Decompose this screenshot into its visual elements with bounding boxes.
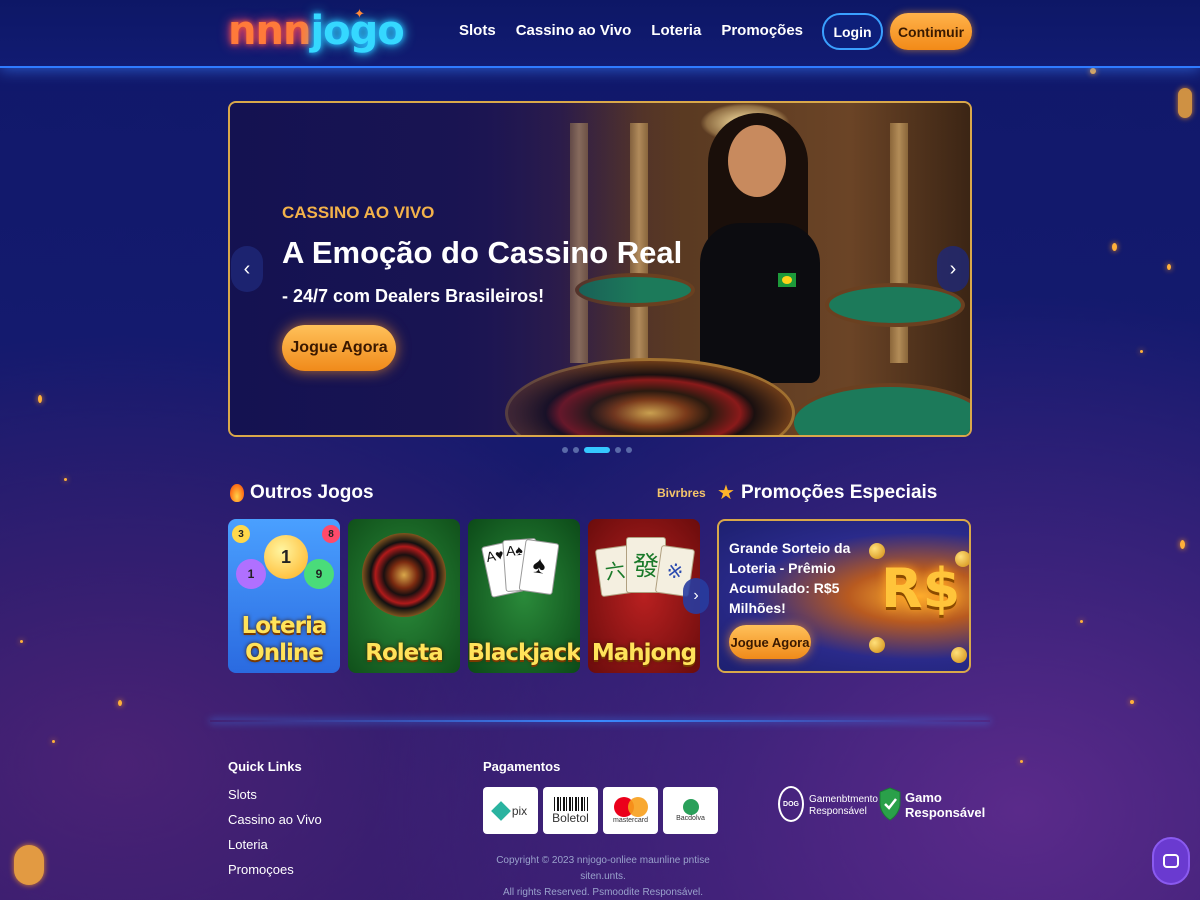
payment-boleto: Boletol	[543, 787, 598, 834]
game-card-roleta[interactable]: Roleta	[348, 519, 460, 673]
games-next-button[interactable]: ›	[683, 578, 709, 614]
payment-label: Bacdolva	[676, 815, 705, 822]
payment-bank: Bacdolva	[663, 787, 718, 834]
carousel-dot[interactable]	[562, 447, 568, 453]
game-label-line2: Online	[245, 640, 324, 666]
lottery-ball-icon: 3	[232, 525, 250, 543]
responsible-gaming-badge-text: Gamenbtmento Responsável	[809, 794, 878, 817]
continue-button[interactable]: Contimuir	[890, 13, 972, 50]
shield-check-icon	[879, 787, 901, 821]
carousel-dot[interactable]	[573, 447, 579, 453]
carousel-dot-active[interactable]	[584, 447, 610, 453]
game-card-loteria-online[interactable]: 3 8 1 1 9 Loteria Online	[228, 519, 340, 673]
payment-label: Boletol	[552, 810, 589, 825]
hero-play-button[interactable]: Jogue Agora	[282, 325, 396, 371]
carousel-dots	[562, 447, 632, 453]
currency-symbol-graphic: R$	[881, 557, 961, 620]
game-label-line1: Loteria	[241, 613, 328, 639]
promotions-section-title: ★ Promoções Especiais	[717, 482, 937, 504]
payment-mastercard: mastercard	[603, 787, 658, 834]
carousel-dot[interactable]	[615, 447, 621, 453]
copyright-text: Copyright © 2023 nnjogo-onliee maunline …	[496, 855, 710, 898]
coin-icon	[951, 647, 967, 663]
chevron-right-icon: ›	[949, 257, 957, 280]
promotion-card[interactable]: R$ Grande Sorteio da Loteria - Prêmio Ac…	[717, 519, 971, 673]
barcode-icon	[553, 796, 588, 811]
roulette-wheel-icon	[362, 533, 446, 617]
hero-prev-button[interactable]: ‹	[231, 246, 263, 292]
promotions-title-text: Promoções Especiais	[740, 482, 938, 503]
payment-label: mastercard	[612, 817, 648, 824]
nav-item-slots[interactable]: Slots	[459, 22, 496, 39]
payment-label: pix	[511, 803, 528, 818]
logo-part-1: nnn	[228, 8, 311, 54]
game-card-blackjack[interactable]: A♥ A♠ ♠ Blackjack	[468, 519, 580, 673]
promotion-text: Grande Sorteio da Loteria - Prêmio Acumu…	[729, 540, 851, 616]
promotion-play-button[interactable]: Jogue Agora	[729, 625, 811, 659]
games-title-text: Outros Jogos	[250, 482, 374, 503]
game-label: Roleta	[365, 640, 444, 666]
bank-logo-icon	[682, 799, 699, 815]
quick-links-title: Quick Links	[228, 759, 302, 774]
carousel-dot[interactable]	[626, 447, 632, 453]
footer-link-cassino-ao-vivo[interactable]: Cassino ao Vivo	[228, 812, 322, 827]
payment-pix: pix	[483, 787, 538, 834]
nav-item-loteria[interactable]: Loteria	[651, 22, 701, 39]
hero-title: A Emoção do Cassino Real	[282, 235, 683, 270]
chat-support-button[interactable]	[1152, 837, 1190, 885]
game-label: Blackjack	[468, 640, 580, 666]
login-button[interactable]: Login	[822, 13, 883, 50]
hero-next-button[interactable]: ›	[937, 246, 969, 292]
hero-subtitle: - 24/7 com Dealers Brasileiros!	[282, 286, 545, 306]
responsible-gaming-seal-icon: DOG	[778, 786, 804, 822]
chevron-left-icon: ‹	[243, 257, 251, 280]
responsible-gaming-label: Gamo Responsável	[905, 790, 986, 820]
main-nav: Slots Cassino ao Vivo Loteria Promoções	[459, 22, 803, 39]
spade-card-icon: ♠	[518, 538, 560, 596]
footer-link-promocoes[interactable]: Promoçoes	[228, 862, 294, 877]
coin-icon	[869, 637, 885, 653]
logo-sparkle-icon: ✦	[354, 6, 365, 21]
star-icon: ★	[717, 482, 735, 504]
hero-banner: CASSINO AO VIVO A Emoção do Cassino Real…	[228, 101, 972, 437]
nav-item-promocoes[interactable]: Promoções	[721, 22, 803, 39]
mastercard-icon	[613, 797, 648, 817]
footer-link-slots[interactable]: Slots	[228, 787, 257, 802]
nav-item-cassino-ao-vivo[interactable]: Cassino ao Vivo	[516, 22, 632, 39]
games-section-title: Outros Jogos	[230, 482, 374, 504]
lottery-ball-icon: 8	[322, 525, 340, 543]
chevron-right-icon: ›	[693, 587, 699, 604]
see-all-link[interactable]: Bivrbres	[657, 486, 706, 500]
footer-link-loteria[interactable]: Loteria	[228, 837, 268, 852]
game-label: Mahjong	[591, 640, 697, 666]
site-logo[interactable]: nnnjogo	[228, 8, 405, 54]
chat-icon	[1163, 854, 1179, 868]
hero-kicker: CASSINO AO VIVO	[282, 203, 435, 222]
footer-divider	[210, 720, 990, 722]
pix-icon	[490, 800, 511, 821]
lottery-ball-icon: 1	[264, 535, 308, 579]
payments-title: Pagamentos	[483, 759, 561, 774]
fire-icon	[230, 484, 244, 502]
top-header: nnnjogo ✦ Slots Cassino ao Vivo Loteria …	[0, 0, 1200, 68]
